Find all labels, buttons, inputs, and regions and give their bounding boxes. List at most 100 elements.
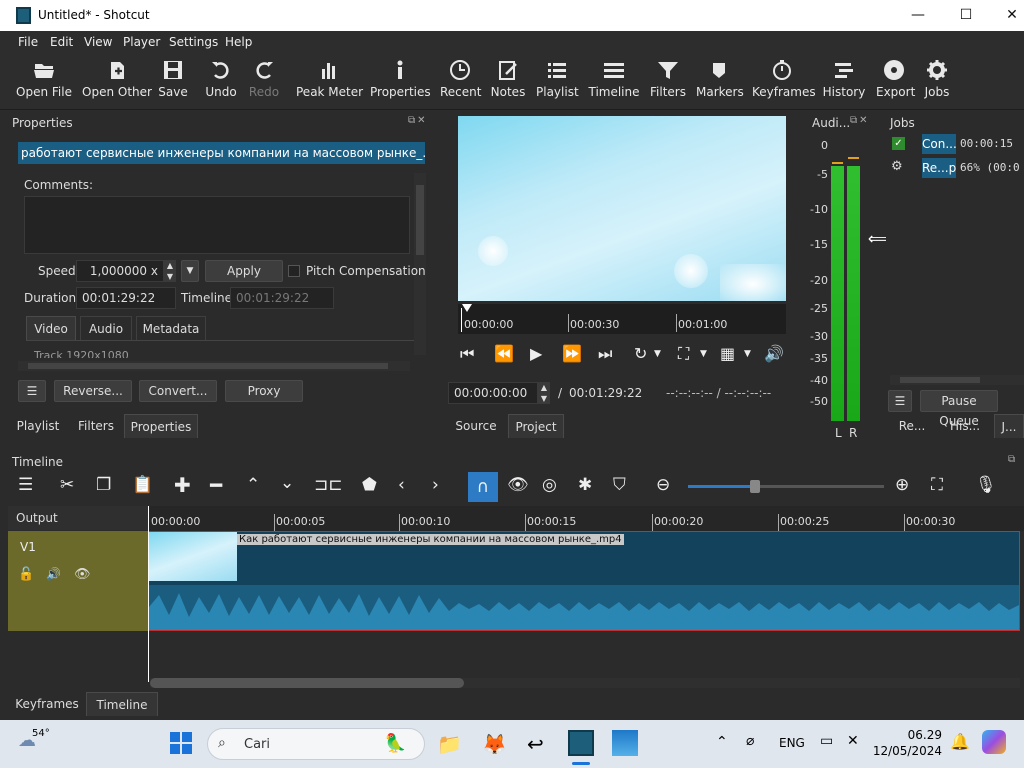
menu-view[interactable]: View bbox=[84, 35, 112, 49]
split-icon[interactable]: ⊐⊏ bbox=[314, 475, 343, 495]
convert-button[interactable]: Convert... bbox=[139, 380, 217, 402]
photos-app-icon[interactable] bbox=[612, 730, 638, 756]
speed-preset-dropdown[interactable]: ▼ bbox=[181, 260, 199, 282]
add-marker-icon[interactable]: ⬟ bbox=[362, 475, 377, 495]
snap-magnet-icon[interactable]: ∩ bbox=[468, 472, 498, 502]
jobs-hscroll[interactable] bbox=[890, 375, 1024, 385]
zoom-fit-icon[interactable]: ⛶ bbox=[931, 475, 943, 495]
pause-queue-button[interactable]: Pause Queue bbox=[920, 390, 998, 428]
ripple-icon[interactable]: ◎ bbox=[542, 475, 557, 495]
eye-icon[interactable]: 👁 bbox=[74, 567, 91, 582]
properties-menu-button[interactable]: ☰ bbox=[18, 380, 46, 402]
reverse-button[interactable]: Reverse... bbox=[54, 380, 132, 402]
record-audio-icon[interactable]: 🎙 bbox=[975, 475, 997, 495]
ripple-markers-icon[interactable]: ⛉ bbox=[613, 475, 626, 495]
tab-keyframes[interactable]: Keyframes bbox=[12, 692, 82, 716]
menu-file[interactable]: File bbox=[18, 35, 38, 49]
overwrite-icon[interactable]: ⌄ bbox=[280, 473, 294, 493]
windows-start-icon[interactable] bbox=[170, 732, 192, 754]
menu-settings[interactable]: Settings bbox=[169, 35, 218, 49]
menu-edit[interactable]: Edit bbox=[50, 35, 73, 49]
grid-dropdown-icon[interactable]: ▼ bbox=[744, 349, 751, 359]
jobs-button[interactable]: Jobs bbox=[920, 53, 954, 110]
apply-button[interactable]: Apply bbox=[205, 260, 283, 282]
audio-dock-buttons[interactable]: ⧉✕ bbox=[850, 115, 878, 127]
zoom-fit-icon[interactable]: ⛶ bbox=[678, 344, 689, 364]
shotcut-taskbar-icon[interactable] bbox=[568, 730, 594, 756]
track-v1-header[interactable]: V1 🔓 🔊 👁 bbox=[8, 531, 148, 631]
scrub-icon[interactable]: 👁 bbox=[507, 475, 529, 495]
undo-button[interactable]: Undo bbox=[201, 53, 241, 110]
tab-metadata[interactable]: Metadata bbox=[136, 316, 206, 340]
fast-forward-icon[interactable]: ⏩ bbox=[562, 344, 582, 363]
tray-chevron-icon[interactable]: ⌃ bbox=[716, 734, 728, 750]
timeline-ruler[interactable]: 00:00:00 00:00:05 00:00:10 00:00:15 00:0… bbox=[148, 506, 1024, 531]
tab-source[interactable]: Source bbox=[448, 414, 504, 438]
playlist-button[interactable]: Playlist bbox=[536, 53, 579, 110]
job-name[interactable]: Con...r bbox=[922, 134, 956, 154]
history-button[interactable]: History bbox=[822, 53, 866, 110]
properties-hscroll[interactable] bbox=[18, 361, 410, 371]
lift-icon[interactable]: ⌃ bbox=[246, 475, 260, 495]
network-offline-icon[interactable]: ⌀ bbox=[746, 733, 754, 749]
zoom-in-icon[interactable]: ⊕ bbox=[895, 475, 909, 495]
clock-date[interactable]: 12/05/2024 bbox=[872, 744, 942, 758]
loop-dropdown-icon[interactable]: ▼ bbox=[654, 349, 661, 359]
zoom-dropdown-icon[interactable]: ▼ bbox=[700, 349, 707, 359]
peak-meter-button[interactable]: Peak Meter bbox=[296, 53, 363, 110]
tab-playlist[interactable]: Playlist bbox=[12, 414, 64, 438]
tab-project[interactable]: Project bbox=[508, 414, 564, 438]
proxy-button[interactable]: Proxy bbox=[225, 380, 303, 402]
skip-previous-icon[interactable]: ⏮ bbox=[460, 344, 474, 364]
ripple-all-icon[interactable]: ✱ bbox=[578, 475, 592, 495]
recent-button[interactable]: Recent bbox=[440, 53, 481, 110]
copilot-icon[interactable] bbox=[982, 730, 1006, 754]
maximize-button[interactable]: ☐ bbox=[946, 3, 986, 27]
export-button[interactable]: Export bbox=[876, 53, 915, 110]
filters-button[interactable]: Filters bbox=[650, 53, 686, 110]
remove-icon[interactable]: ━ bbox=[210, 473, 222, 497]
timeline-playhead[interactable] bbox=[148, 506, 149, 682]
tab-filters[interactable]: Filters bbox=[72, 414, 120, 438]
cut-icon[interactable]: ✂ bbox=[60, 475, 74, 495]
tab-timeline[interactable]: Timeline bbox=[86, 692, 158, 716]
language-indicator[interactable]: ENG bbox=[779, 736, 805, 750]
notification-bell-icon[interactable]: 🔔 bbox=[950, 732, 970, 751]
job-name[interactable]: Re...p4 bbox=[922, 158, 956, 178]
timeline-hscroll[interactable] bbox=[150, 678, 1020, 688]
menu-help[interactable]: Help bbox=[225, 35, 252, 49]
redo-button[interactable]: Redo bbox=[245, 53, 283, 110]
position-spinner[interactable]: ▲ ▼ bbox=[538, 382, 550, 404]
tab-video[interactable]: Video bbox=[26, 316, 76, 340]
grid-icon[interactable]: ▦ bbox=[720, 344, 735, 363]
video-preview[interactable] bbox=[458, 116, 786, 301]
close-button[interactable]: ✕ bbox=[992, 3, 1024, 27]
keyframes-button[interactable]: Keyframes bbox=[752, 53, 816, 110]
display-icon[interactable]: ▭ bbox=[820, 733, 833, 749]
duration-input[interactable]: 00:01:29:22 bbox=[76, 287, 176, 309]
tab-properties[interactable]: Properties bbox=[124, 414, 198, 438]
tab-history[interactable]: His... bbox=[940, 414, 990, 438]
copy-icon[interactable]: ❐ bbox=[96, 475, 111, 495]
clock-time[interactable]: 06.29 bbox=[880, 728, 942, 742]
remote-app-icon[interactable]: ↩ bbox=[527, 732, 544, 756]
tab-audio[interactable]: Audio bbox=[80, 316, 132, 340]
timeline-clip[interactable]: Как работают сервисные инженеры компании… bbox=[148, 531, 1020, 631]
pitch-compensation-checkbox[interactable] bbox=[288, 265, 300, 277]
mute-icon[interactable]: 🔊 bbox=[46, 567, 61, 581]
timeline-button[interactable]: Timeline bbox=[588, 53, 640, 110]
loop-icon[interactable]: ↻ bbox=[634, 344, 647, 363]
previous-marker-icon[interactable]: ‹ bbox=[398, 475, 405, 495]
speed-spinner[interactable]: ▲ ▼ bbox=[164, 260, 176, 282]
playhead-marker[interactable] bbox=[462, 304, 472, 312]
play-icon[interactable]: ▶ bbox=[530, 344, 542, 363]
next-marker-icon[interactable]: › bbox=[432, 475, 439, 495]
zoom-slider[interactable] bbox=[688, 480, 884, 493]
properties-button[interactable]: Properties bbox=[370, 53, 431, 110]
open-other-button[interactable]: Open Other bbox=[82, 53, 152, 110]
zoom-slider-handle[interactable] bbox=[750, 480, 760, 493]
save-button[interactable]: Save bbox=[155, 53, 191, 110]
notes-button[interactable]: Notes bbox=[490, 53, 526, 110]
timeline-menu-icon[interactable]: ☰ bbox=[18, 475, 33, 495]
minimize-button[interactable]: — bbox=[898, 3, 938, 27]
